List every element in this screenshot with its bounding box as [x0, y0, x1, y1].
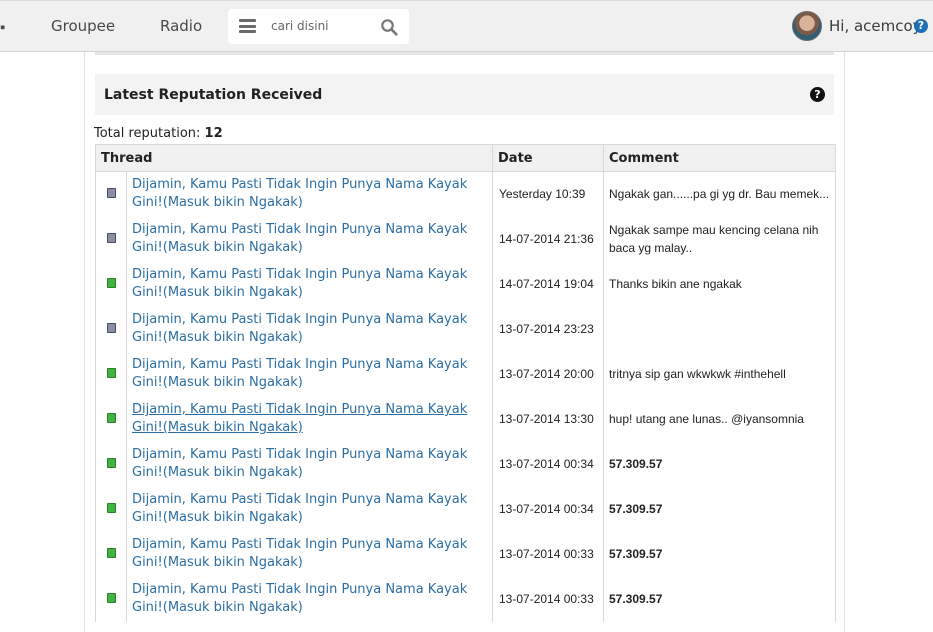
search-icon[interactable]: [380, 18, 398, 36]
thread-cell: Dijamin, Kamu Pasti Tidak Ingin Punya Na…: [126, 441, 493, 487]
total-reputation: Total reputation: 12: [94, 126, 223, 141]
search-box: [228, 9, 409, 44]
neutral-reputation-icon: [106, 323, 116, 333]
comment-cell: Thanks bikin ane ngakak: [603, 261, 836, 307]
date-cell: 13-07-2014 00:34: [492, 441, 604, 487]
date-cell: 14-07-2014 19:04: [492, 261, 604, 307]
positive-reputation-icon: [106, 503, 116, 513]
thread-cell: Dijamin, Kamu Pasti Tidak Ingin Punya Na…: [126, 216, 493, 262]
search-input[interactable]: [271, 16, 366, 36]
nav-edge-icon[interactable]: ▪: [0, 19, 5, 36]
total-reputation-label: Total reputation:: [94, 126, 201, 141]
date-cell: 13-07-2014 00:33: [492, 531, 604, 577]
thread-cell: Dijamin, Kamu Pasti Tidak Ingin Punya Na…: [126, 171, 493, 217]
reputation-table: Thread Date Comment Dijamin, Kamu Pasti …: [95, 144, 836, 622]
date-cell: 13-07-2014 20:00: [492, 351, 604, 397]
indicator-cell: [95, 396, 127, 442]
table-row: Dijamin, Kamu Pasti Tidak Ingin Punya Na…: [95, 441, 836, 487]
comment-cell: 57.309.57: [603, 576, 836, 622]
comment-cell: Ngakak gan......pa gi yg dr. Bau memek..…: [603, 171, 836, 217]
date-cell: 13-07-2014 23:23: [492, 306, 604, 352]
previous-section-edge: [95, 52, 834, 55]
table-row: Dijamin, Kamu Pasti Tidak Ingin Punya Na…: [95, 216, 836, 262]
comment-cell: 57.309.57: [603, 486, 836, 532]
thread-link[interactable]: Dijamin, Kamu Pasti Tidak Ingin Punya Na…: [132, 581, 488, 617]
thread-link[interactable]: Dijamin, Kamu Pasti Tidak Ingin Punya Na…: [132, 536, 488, 572]
positive-reputation-icon: [106, 413, 116, 423]
thread-cell: Dijamin, Kamu Pasti Tidak Ingin Punya Na…: [126, 396, 493, 442]
help-icon[interactable]: ?: [914, 19, 928, 33]
table-row: Dijamin, Kamu Pasti Tidak Ingin Punya Na…: [95, 486, 836, 532]
positive-reputation-icon: [106, 548, 116, 558]
table-row: Dijamin, Kamu Pasti Tidak Ingin Punya Na…: [95, 531, 836, 577]
indicator-cell: [95, 351, 127, 397]
comment-cell: tritnya sip gan wkwkwk #inthehell: [603, 351, 836, 397]
positive-reputation-icon: [106, 593, 116, 603]
user-avatar[interactable]: [792, 11, 822, 41]
comment-cell: 57.309.57: [603, 531, 836, 577]
thread-link[interactable]: Dijamin, Kamu Pasti Tidak Ingin Punya Na…: [132, 176, 488, 212]
thread-cell: Dijamin, Kamu Pasti Tidak Ingin Punya Na…: [126, 351, 493, 397]
indicator-cell: [95, 441, 127, 487]
comment-cell: 57.309.57: [603, 441, 836, 487]
thread-link[interactable]: Dijamin, Kamu Pasti Tidak Ingin Punya Na…: [132, 266, 488, 302]
thread-link[interactable]: Dijamin, Kamu Pasti Tidak Ingin Punya Na…: [132, 311, 488, 347]
section-title: Latest Reputation Received: [104, 87, 323, 103]
indicator-cell: [95, 171, 127, 217]
table-row: Dijamin, Kamu Pasti Tidak Ingin Punya Na…: [95, 351, 836, 397]
neutral-reputation-icon: [106, 188, 116, 199]
column-header-date: Date: [492, 144, 604, 172]
table-row: Dijamin, Kamu Pasti Tidak Ingin Punya Na…: [95, 576, 836, 622]
indicator-cell: [95, 486, 127, 532]
table-body: Dijamin, Kamu Pasti Tidak Ingin Punya Na…: [95, 171, 836, 622]
thread-link[interactable]: Dijamin, Kamu Pasti Tidak Ingin Punya Na…: [132, 491, 488, 527]
thread-link[interactable]: Dijamin, Kamu Pasti Tidak Ingin Punya Na…: [132, 446, 488, 482]
thread-link[interactable]: Dijamin, Kamu Pasti Tidak Ingin Punya Na…: [132, 356, 488, 392]
date-cell: 13-07-2014 13:30: [492, 396, 604, 442]
thread-cell: Dijamin, Kamu Pasti Tidak Ingin Punya Na…: [126, 576, 493, 622]
question-icon[interactable]: ?: [810, 87, 825, 102]
indicator-cell: [95, 306, 127, 352]
table-row: Dijamin, Kamu Pasti Tidak Ingin Punya Na…: [95, 171, 836, 217]
hamburger-menu-icon[interactable]: [239, 19, 256, 33]
user-greeting[interactable]: Hi, acemcoy: [829, 17, 922, 35]
table-row: Dijamin, Kamu Pasti Tidak Ingin Punya Na…: [95, 396, 836, 442]
date-cell: 14-07-2014 21:36: [492, 216, 604, 262]
positive-reputation-icon: [106, 278, 116, 288]
comment-cell: hup! utang ane lunas.. @iyansomnia: [603, 396, 836, 442]
table-row: Dijamin, Kamu Pasti Tidak Ingin Punya Na…: [95, 306, 836, 352]
thread-cell: Dijamin, Kamu Pasti Tidak Ingin Punya Na…: [126, 486, 493, 532]
indicator-cell: [95, 261, 127, 307]
main-panel: Latest Reputation Received ? Total reput…: [84, 52, 845, 632]
comment-cell: Ngakak sampe mau kencing celana nih baca…: [603, 216, 836, 262]
positive-reputation-icon: [106, 368, 116, 378]
thread-link[interactable]: Dijamin, Kamu Pasti Tidak Ingin Punya Na…: [132, 221, 488, 257]
thread-cell: Dijamin, Kamu Pasti Tidak Ingin Punya Na…: [126, 306, 493, 352]
indicator-cell: [95, 576, 127, 622]
table-row: Dijamin, Kamu Pasti Tidak Ingin Punya Na…: [95, 261, 836, 307]
neutral-reputation-icon: [106, 233, 116, 243]
total-reputation-value: 12: [204, 126, 223, 141]
positive-reputation-icon: [106, 458, 116, 468]
section-header: Latest Reputation Received ?: [95, 74, 834, 115]
thread-cell: Dijamin, Kamu Pasti Tidak Ingin Punya Na…: [126, 261, 493, 307]
indicator-cell: [95, 531, 127, 577]
date-cell: Yesterday 10:39: [492, 171, 604, 217]
column-header-thread: Thread: [95, 144, 493, 172]
indicator-cell: [95, 216, 127, 262]
thread-link[interactable]: Dijamin, Kamu Pasti Tidak Ingin Punya Na…: [132, 401, 488, 437]
nav-groupee-link[interactable]: Groupee: [51, 17, 115, 35]
column-header-comment: Comment: [603, 144, 836, 172]
nav-radio-link[interactable]: Radio: [160, 17, 202, 35]
date-cell: 13-07-2014 00:33: [492, 576, 604, 622]
table-header-row: Thread Date Comment: [95, 144, 836, 172]
thread-cell: Dijamin, Kamu Pasti Tidak Ingin Punya Na…: [126, 531, 493, 577]
date-cell: 13-07-2014 00:34: [492, 486, 604, 532]
top-navbar: ▪ Groupee Radio Hi, acemcoy ?: [0, 0, 933, 52]
comment-cell: [603, 306, 836, 352]
